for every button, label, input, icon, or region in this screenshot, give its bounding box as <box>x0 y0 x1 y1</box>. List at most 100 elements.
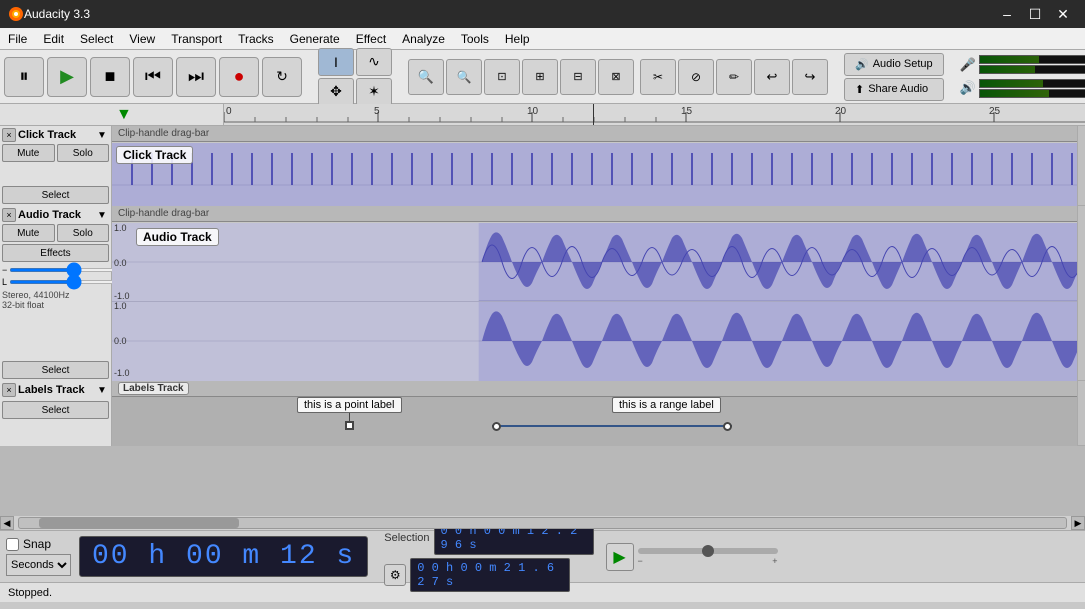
svg-text:20: 20 <box>835 106 847 117</box>
output-vu-r <box>979 79 1085 88</box>
click-track-row: × Click Track ▼ Mute Solo Select Clip-ha… <box>0 126 1085 206</box>
menu-transport[interactable]: Transport <box>163 30 230 48</box>
minimize-button[interactable]: – <box>993 0 1021 28</box>
output-vu-l <box>979 89 1085 98</box>
menu-effect[interactable]: Effect <box>348 30 394 48</box>
click-track-close-button[interactable]: × <box>2 128 16 142</box>
select-tool-button[interactable]: I <box>318 48 354 76</box>
snap-checkbox[interactable] <box>6 538 19 551</box>
play-cursor-arrow: ▼ <box>116 106 132 124</box>
audio-track-row: × Audio Track ▼ Mute Solo Effects − + L … <box>0 206 1085 381</box>
silence-button[interactable]: ⊘ <box>678 59 714 95</box>
speed-slider[interactable] <box>638 548 778 554</box>
tool-buttons: I ∿ ✥ ✶ <box>318 48 392 106</box>
hscroll-thumb[interactable] <box>39 518 239 528</box>
record-button[interactable]: ● <box>219 57 259 97</box>
stop-button[interactable]: ■ <box>90 57 130 97</box>
fit-project-button[interactable]: ⊡ <box>484 59 520 95</box>
click-track-solo-button[interactable]: Solo <box>57 144 110 162</box>
menu-select[interactable]: Select <box>72 30 121 48</box>
audio-track-content[interactable]: Clip-handle drag-bar 1.0 0.0 -1.0 1.0 0.… <box>112 206 1077 381</box>
click-track-resize[interactable] <box>1077 126 1085 205</box>
play-speed-play-button[interactable]: ▶ <box>606 543 634 571</box>
audio-track-solo-button[interactable]: Solo <box>57 224 110 242</box>
click-track-waveform-label: Click Track <box>116 146 193 164</box>
selection-settings-button[interactable]: ⚙ <box>384 564 406 586</box>
audio-track-menu-button[interactable]: ▼ <box>95 208 109 222</box>
selection-label: Selection <box>384 532 429 544</box>
point-label-box: this is a point label <box>297 397 402 413</box>
speed-slider-thumb[interactable] <box>702 545 714 557</box>
close-button[interactable]: ✕ <box>1049 0 1077 28</box>
maximize-button[interactable]: ☐ <box>1021 0 1049 28</box>
audio-track-mute-button[interactable]: Mute <box>2 224 55 242</box>
labels-track-content[interactable]: Labels Track this is a point label this … <box>112 381 1077 446</box>
trim-button[interactable]: ✂ <box>640 59 676 95</box>
hscroll-track <box>18 517 1067 529</box>
fit-selection-button[interactable]: ⊞ <box>522 59 558 95</box>
input-vu-l <box>979 65 1085 74</box>
zoom-controls: 🔍 🔍 ⊡ ⊞ ⊟ ⊠ <box>408 59 634 95</box>
zoom-out-button[interactable]: 🔍 <box>446 59 482 95</box>
menu-help[interactable]: Help <box>497 30 538 48</box>
skip-end-button[interactable]: ⏭ <box>176 57 216 97</box>
bottombar: Snap Seconds Minutes Samples 00 h 00 m 1… <box>0 530 1085 582</box>
range-label-box: this is a range label <box>612 397 721 413</box>
snap-label: Snap <box>23 537 51 551</box>
share-audio-button[interactable]: ⬆ Share Audio <box>844 78 944 101</box>
labels-track-close-button[interactable]: × <box>2 383 16 397</box>
menu-file[interactable]: File <box>0 30 35 48</box>
multi-tool-button[interactable]: ✶ <box>356 78 392 106</box>
seconds-select[interactable]: Seconds Minutes Samples <box>6 554 71 576</box>
click-track-clip-handle: Clip-handle drag-bar <box>112 126 1077 142</box>
transport-controls: ⏸ ▶ ■ ⏮ ⏭ ● ↻ <box>4 57 302 97</box>
redo-button[interactable]: ↪ <box>792 59 828 95</box>
vu-meters: 🎤 RL 🔊 <box>960 55 1085 97</box>
toggle-zoom-button[interactable]: ⊟ <box>560 59 596 95</box>
envelope-tool-button[interactable]: ∿ <box>356 48 392 76</box>
titlebar: Audacity 3.3 – ☐ ✕ <box>0 0 1085 28</box>
speaker-meter-icon: 🔊 <box>960 80 976 96</box>
svg-text:25: 25 <box>989 106 1001 117</box>
app-icon <box>8 6 24 22</box>
skip-start-button[interactable]: ⏮ <box>133 57 173 97</box>
hscroll-right-button[interactable]: ▶ <box>1071 516 1085 530</box>
audio-track-close-button[interactable]: × <box>2 208 16 222</box>
audio-track-controls: × Audio Track ▼ Mute Solo Effects − + L … <box>0 206 112 381</box>
audio-track-effects-button[interactable]: Effects <box>2 244 109 262</box>
play-button[interactable]: ▶ <box>47 57 87 97</box>
range-end-marker <box>723 422 732 431</box>
pause-button[interactable]: ⏸ <box>4 57 44 97</box>
zoom-sel-button[interactable]: ⊠ <box>598 59 634 95</box>
click-track-content[interactable]: Clip-handle drag-bar 1 0 -1 Click Track <box>112 126 1077 206</box>
loop-button[interactable]: ↻ <box>262 57 302 97</box>
audio-track-clip-handle: Clip-handle drag-bar <box>112 206 1077 222</box>
undo-button[interactable]: ↩ <box>754 59 790 95</box>
hscroll-left-button[interactable]: ◀ <box>0 516 14 530</box>
click-track-select-button[interactable]: Select <box>2 186 109 204</box>
labels-track-name: Labels Track <box>18 384 93 396</box>
click-track-menu-button[interactable]: ▼ <box>95 128 109 142</box>
audio-track-select-button[interactable]: Select <box>2 361 109 379</box>
menu-generate[interactable]: Generate <box>282 30 348 48</box>
audio-setup-button[interactable]: 🔊 Audio Setup <box>844 53 944 76</box>
labels-track-select-button[interactable]: Select <box>2 401 109 419</box>
play-speed-section: ▶ − + <box>606 543 778 571</box>
menu-tools[interactable]: Tools <box>453 30 497 48</box>
labels-track-menu-button[interactable]: ▼ <box>95 383 109 397</box>
menu-view[interactable]: View <box>121 30 163 48</box>
gain-minus-label: − <box>2 265 7 275</box>
labels-track-resize[interactable] <box>1077 381 1085 445</box>
edit-tools: ✂ ⊘ ✏ ↩ ↪ <box>640 59 828 95</box>
pan-l-label: L <box>2 277 7 287</box>
labels-track-clip-handle: Labels Track <box>118 382 189 395</box>
audio-track-resize[interactable] <box>1077 206 1085 380</box>
menu-tracks[interactable]: Tracks <box>230 30 282 48</box>
zoom-in-button[interactable]: 🔍 <box>408 59 444 95</box>
draw-button[interactable]: ✏ <box>716 59 752 95</box>
ruler-scale: 0 5 10 15 20 25 30 <box>224 104 1085 125</box>
menu-edit[interactable]: Edit <box>35 30 72 48</box>
menu-analyze[interactable]: Analyze <box>394 30 453 48</box>
zoom-tool-button[interactable]: ✥ <box>318 78 354 106</box>
click-track-mute-button[interactable]: Mute <box>2 144 55 162</box>
